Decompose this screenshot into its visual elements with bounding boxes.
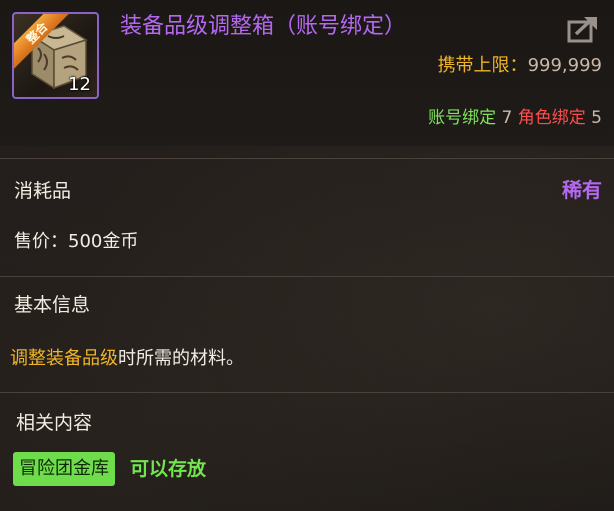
bind-counts: 账号绑定 7 角色绑定 5 (428, 106, 602, 130)
description-text: 时所需的材料。 (118, 348, 244, 369)
item-rarity: 稀有 (562, 178, 602, 202)
divider (0, 392, 614, 393)
item-category: 消耗品 (14, 180, 72, 202)
carry-limit-label: 携带上限： (437, 55, 528, 76)
item-price: 售价：500金币 (14, 231, 139, 252)
account-bind-count: 7 (501, 108, 513, 128)
account-bind-label: 账号绑定 (428, 108, 497, 128)
share-icon (567, 17, 597, 43)
item-icon-frame: 整合 12 (12, 12, 99, 99)
role-bind-count: 5 (591, 108, 602, 128)
item-description: 调整装备品级时所需的材料。 (10, 345, 244, 373)
divider (0, 158, 614, 159)
role-bind-label: 角色绑定 (517, 108, 586, 128)
basic-info-title: 基本信息 (14, 294, 91, 316)
adventure-vault-tag[interactable]: 冒险团金库 (13, 452, 115, 486)
share-button[interactable] (566, 14, 600, 44)
carry-limit-value: 999,999 (527, 55, 602, 76)
carry-limit: 携带上限：999,999 (438, 54, 602, 78)
description-highlight: 调整装备品级 (10, 348, 118, 369)
item-tooltip-panel: 整合 12 装备品级调整箱（账号绑定） 携带上限：999,999 账号绑定 7 … (0, 0, 614, 511)
storage-status: 可以存放 (130, 458, 207, 480)
divider (0, 276, 614, 277)
related-content-title: 相关内容 (16, 412, 93, 434)
item-name-title: 装备品级调整箱（账号绑定） (120, 14, 407, 39)
item-stack-count: 12 (68, 74, 91, 95)
